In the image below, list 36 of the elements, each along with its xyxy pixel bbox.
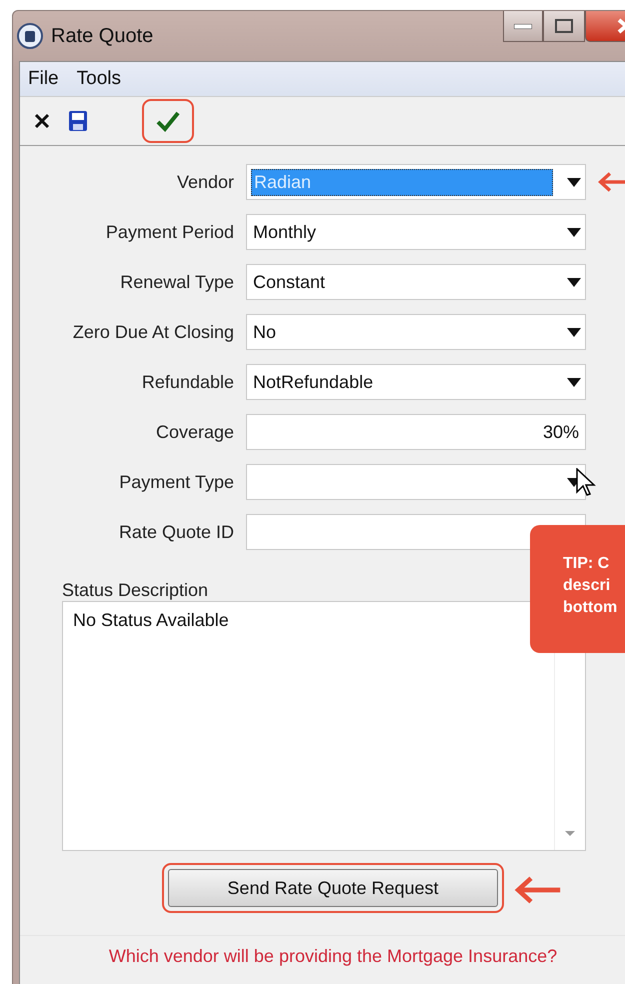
send-request-button[interactable]: Send Rate Quote Request [168,869,498,907]
highlighted-toolbar-button[interactable] [142,99,194,143]
app-icon [17,23,43,49]
maximize-icon [555,19,573,33]
field-label: Coverage [154,422,234,442]
window-title: Rate Quote [51,24,154,48]
maximize-button[interactable] [543,11,585,42]
dropdown-caret-icon [567,178,581,186]
dropdown-field[interactable]: NotRefundable [246,364,586,400]
field-label: Vendor [176,172,234,192]
hint-text: Which vendor will be providing the Mortgage Insurance? [20,935,625,967]
input-field[interactable]: 30% [246,414,586,450]
mouse-cursor-icon [576,468,596,496]
close-icon [34,113,50,129]
minimize-icon [514,24,532,28]
checkmark-icon [156,110,180,132]
field-label: Rate Quote ID [118,522,234,542]
menu-item[interactable]: File [28,68,59,90]
dropdown-field[interactable]: No [246,314,586,350]
dropdown-caret-icon [567,328,581,336]
dropdown-caret-icon [567,278,581,286]
tip-text: TIP: C [563,554,610,574]
tip-text: descri [563,576,612,596]
field-label: Refundable [140,372,234,392]
dropdown-field[interactable]: Constant [246,264,586,300]
field-label: Zero Due At Closing [72,322,234,342]
minimize-button[interactable] [503,11,543,42]
menu-item[interactable]: Tools [76,68,121,90]
dropdown-field[interactable]: Monthly [246,214,586,250]
dropdown-field[interactable] [246,464,586,500]
field-label: Payment Type [118,472,234,492]
dropdown-caret-icon [567,378,581,386]
scroll-down-icon [565,831,575,836]
dropdown-caret-icon [567,228,581,236]
field-label: Renewal Type [119,272,234,292]
field-label: Payment Period [104,222,234,242]
